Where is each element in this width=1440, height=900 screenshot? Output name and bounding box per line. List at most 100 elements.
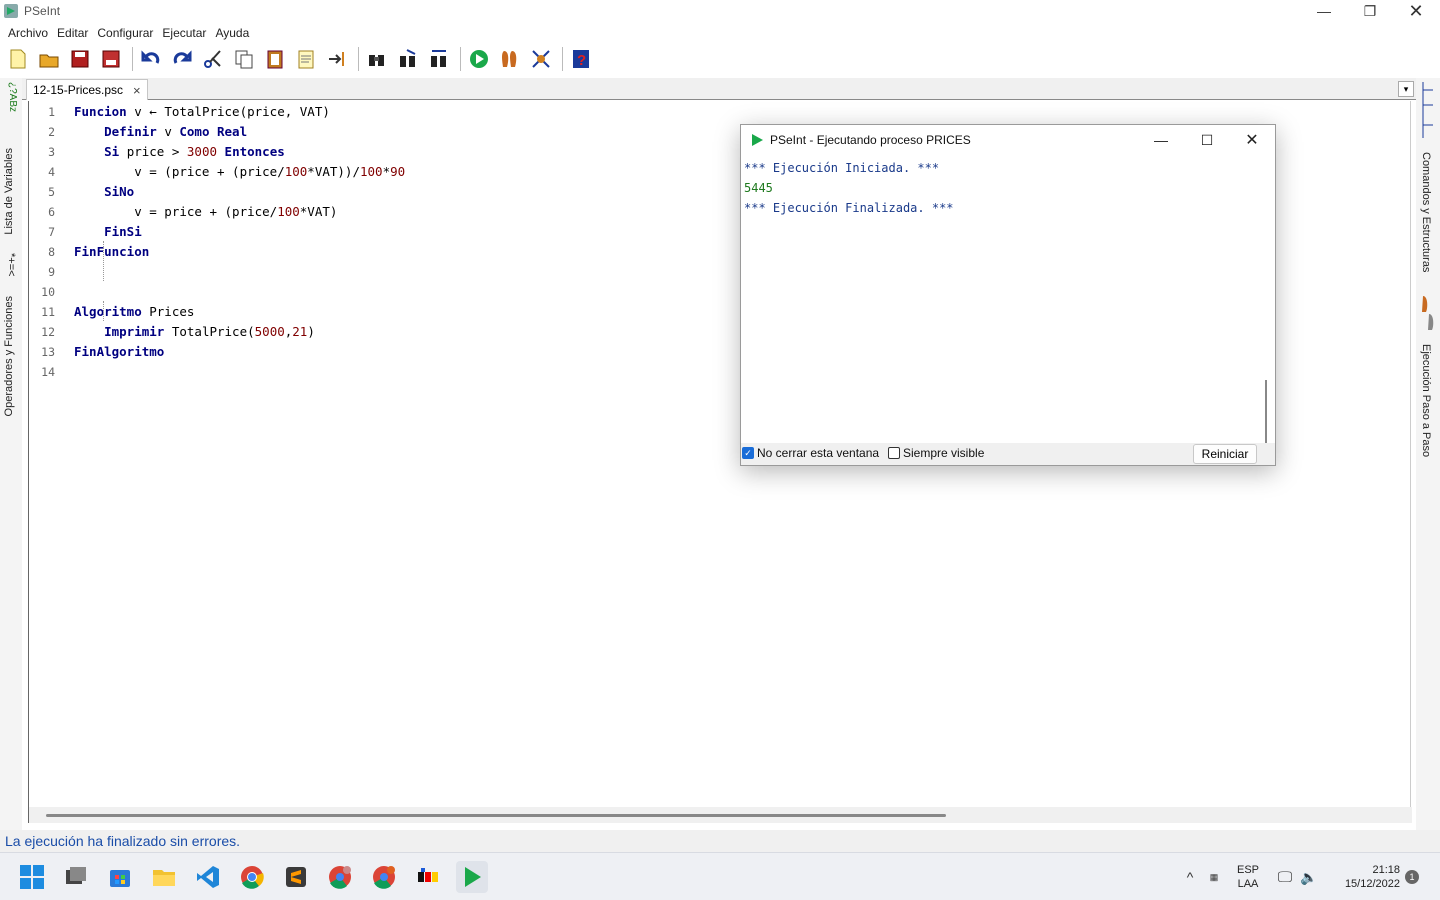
indent-icon[interactable] [323,45,351,73]
windows-start-icon[interactable] [16,861,48,893]
exec-close-button[interactable]: ✕ [1229,125,1275,155]
debug-icon[interactable] [527,45,555,73]
chrome-profile2-icon[interactable] [368,861,400,893]
clock[interactable]: 21:18 15/12/2022 [1328,863,1400,891]
find-icon[interactable] [363,45,391,73]
replace-icon[interactable] [425,45,453,73]
execution-window[interactable]: PSeInt - Ejecutando proceso PRICES — ☐ ✕… [740,124,1276,466]
minimize-button[interactable]: — [1301,0,1347,22]
copy-icon[interactable] [230,45,258,73]
terminal-icon[interactable] [412,861,444,893]
code-line[interactable]: FinAlgoritmo [74,342,164,362]
chrome-profile-icon[interactable] [324,861,356,893]
code-keyword: Algoritmo [74,304,142,319]
code-text: v = (price + (price/ [74,164,285,179]
code-line[interactable]: FinSi [74,222,142,242]
undo-icon[interactable] [137,45,165,73]
code-line[interactable]: SiNo [74,182,134,202]
tray-chevron-icon[interactable]: ^ [1176,861,1204,893]
code-line[interactable]: v = (price + (price/100*VAT))/100*90 [74,162,405,182]
tab-close-icon[interactable]: × [133,83,141,98]
no-close-checkbox[interactable]: ✓ [742,447,754,459]
code-keyword: SiNo [104,184,135,199]
redo-icon[interactable] [168,45,196,73]
commands-icon [1422,82,1433,138]
always-visible-label: Siempre visible [903,446,985,460]
restore-button[interactable]: ❐ [1347,0,1393,22]
help-icon[interactable]: ? [567,45,595,73]
edit-icon[interactable] [292,45,320,73]
close-button[interactable]: ✕ [1393,0,1439,22]
indent-guide [103,241,104,281]
operators-panel-tab[interactable]: Operadores y Funciones [3,296,15,416]
console-scrollbar-thumb[interactable] [1265,380,1267,450]
find-next-icon[interactable] [394,45,422,73]
open-folder-icon[interactable] [35,45,63,73]
tab-file[interactable]: 12-15-Prices.psc × [26,79,148,100]
notification-badge[interactable]: 1 [1405,870,1419,884]
code-text: price > [119,144,187,159]
exec-minimize-button[interactable]: — [1138,125,1184,155]
language-indicator[interactable]: ESP LAA [1233,863,1263,891]
code-line[interactable]: Imprimir TotalPrice(5000,21) [74,322,315,342]
store-icon[interactable] [104,861,136,893]
file-explorer-icon[interactable] [148,861,180,893]
step-by-step-panel-tab[interactable]: Ejecución Paso a Paso [1420,344,1432,457]
network-icon[interactable]: 🖵 [1272,861,1298,893]
code-line[interactable]: Definir v Como Real [74,122,247,142]
pseint-icon[interactable] [456,861,488,893]
status-bar: La ejecución ha finalizado sin errores. [0,830,1440,852]
indent-guide [103,301,104,321]
console-output[interactable]: *** Ejecución Iniciada. *** 5445 *** Ejecu… [741,156,1267,442]
vscode-icon[interactable] [192,861,224,893]
exec-maximize-button[interactable]: ☐ [1184,125,1230,155]
horizontal-scrollbar-thumb[interactable] [46,814,946,817]
toolbar-separator [562,47,563,71]
code-line[interactable]: Funcion v ← TotalPrice(price, VAT) [74,102,330,122]
code-number: 5000 [254,324,285,339]
paste-icon[interactable] [261,45,289,73]
code-line[interactable]: Si price > 3000 Entonces [74,142,285,162]
code-text: *VAT) [299,204,338,219]
chrome-icon[interactable] [236,861,268,893]
toolbar-separator [132,47,133,71]
menu-archivo[interactable]: Archivo [7,26,49,40]
console-line: *** Ejecución Finalizada. *** [744,201,954,215]
menu-ejecutar[interactable]: Ejecutar [161,26,207,40]
ime-icon[interactable]: ▦ [1203,861,1225,893]
code-line[interactable]: Algoritmo Prices [74,302,194,322]
menu-ayuda[interactable]: Ayuda [214,26,250,40]
clock-time: 21:18 [1372,864,1400,876]
run-icon[interactable] [465,45,493,73]
line-number: 12 [41,325,55,339]
save-icon[interactable] [66,45,94,73]
sublime-icon[interactable] [280,861,312,893]
commands-panel-tab[interactable]: Comandos y Estructuras [1420,152,1432,272]
code-line[interactable]: v = price + (price/100*VAT) [74,202,337,222]
code-number: 90 [390,164,406,179]
line-number: 13 [41,345,55,359]
tab-dropdown-icon[interactable]: ▾ [1398,81,1414,97]
variables-panel-tab[interactable]: Lista de Variables [3,148,15,235]
tab-label: 12-15-Prices.psc [33,83,124,97]
menu-configurar[interactable]: Configurar [96,26,154,40]
code-keyword: Como Real [179,124,248,139]
code-line[interactable]: FinFuncion [74,242,149,262]
console-line: 5445 [744,181,773,195]
save-as-icon[interactable] [97,45,125,73]
step-icon[interactable] [496,45,524,73]
cut-icon[interactable] [199,45,227,73]
task-view-icon[interactable] [60,861,92,893]
horizontal-scrollbar[interactable] [29,807,1412,823]
menu-editar[interactable]: Editar [56,26,89,40]
keyboard-layout: LAA [1237,878,1259,890]
restart-button[interactable]: Reiniciar [1193,444,1257,464]
code-keyword: Entonces [224,144,285,159]
volume-icon[interactable]: 🔈 [1296,861,1322,893]
new-file-icon[interactable] [4,45,32,73]
console-scrollbar[interactable] [1265,156,1269,450]
always-visible-checkbox[interactable] [888,447,900,459]
